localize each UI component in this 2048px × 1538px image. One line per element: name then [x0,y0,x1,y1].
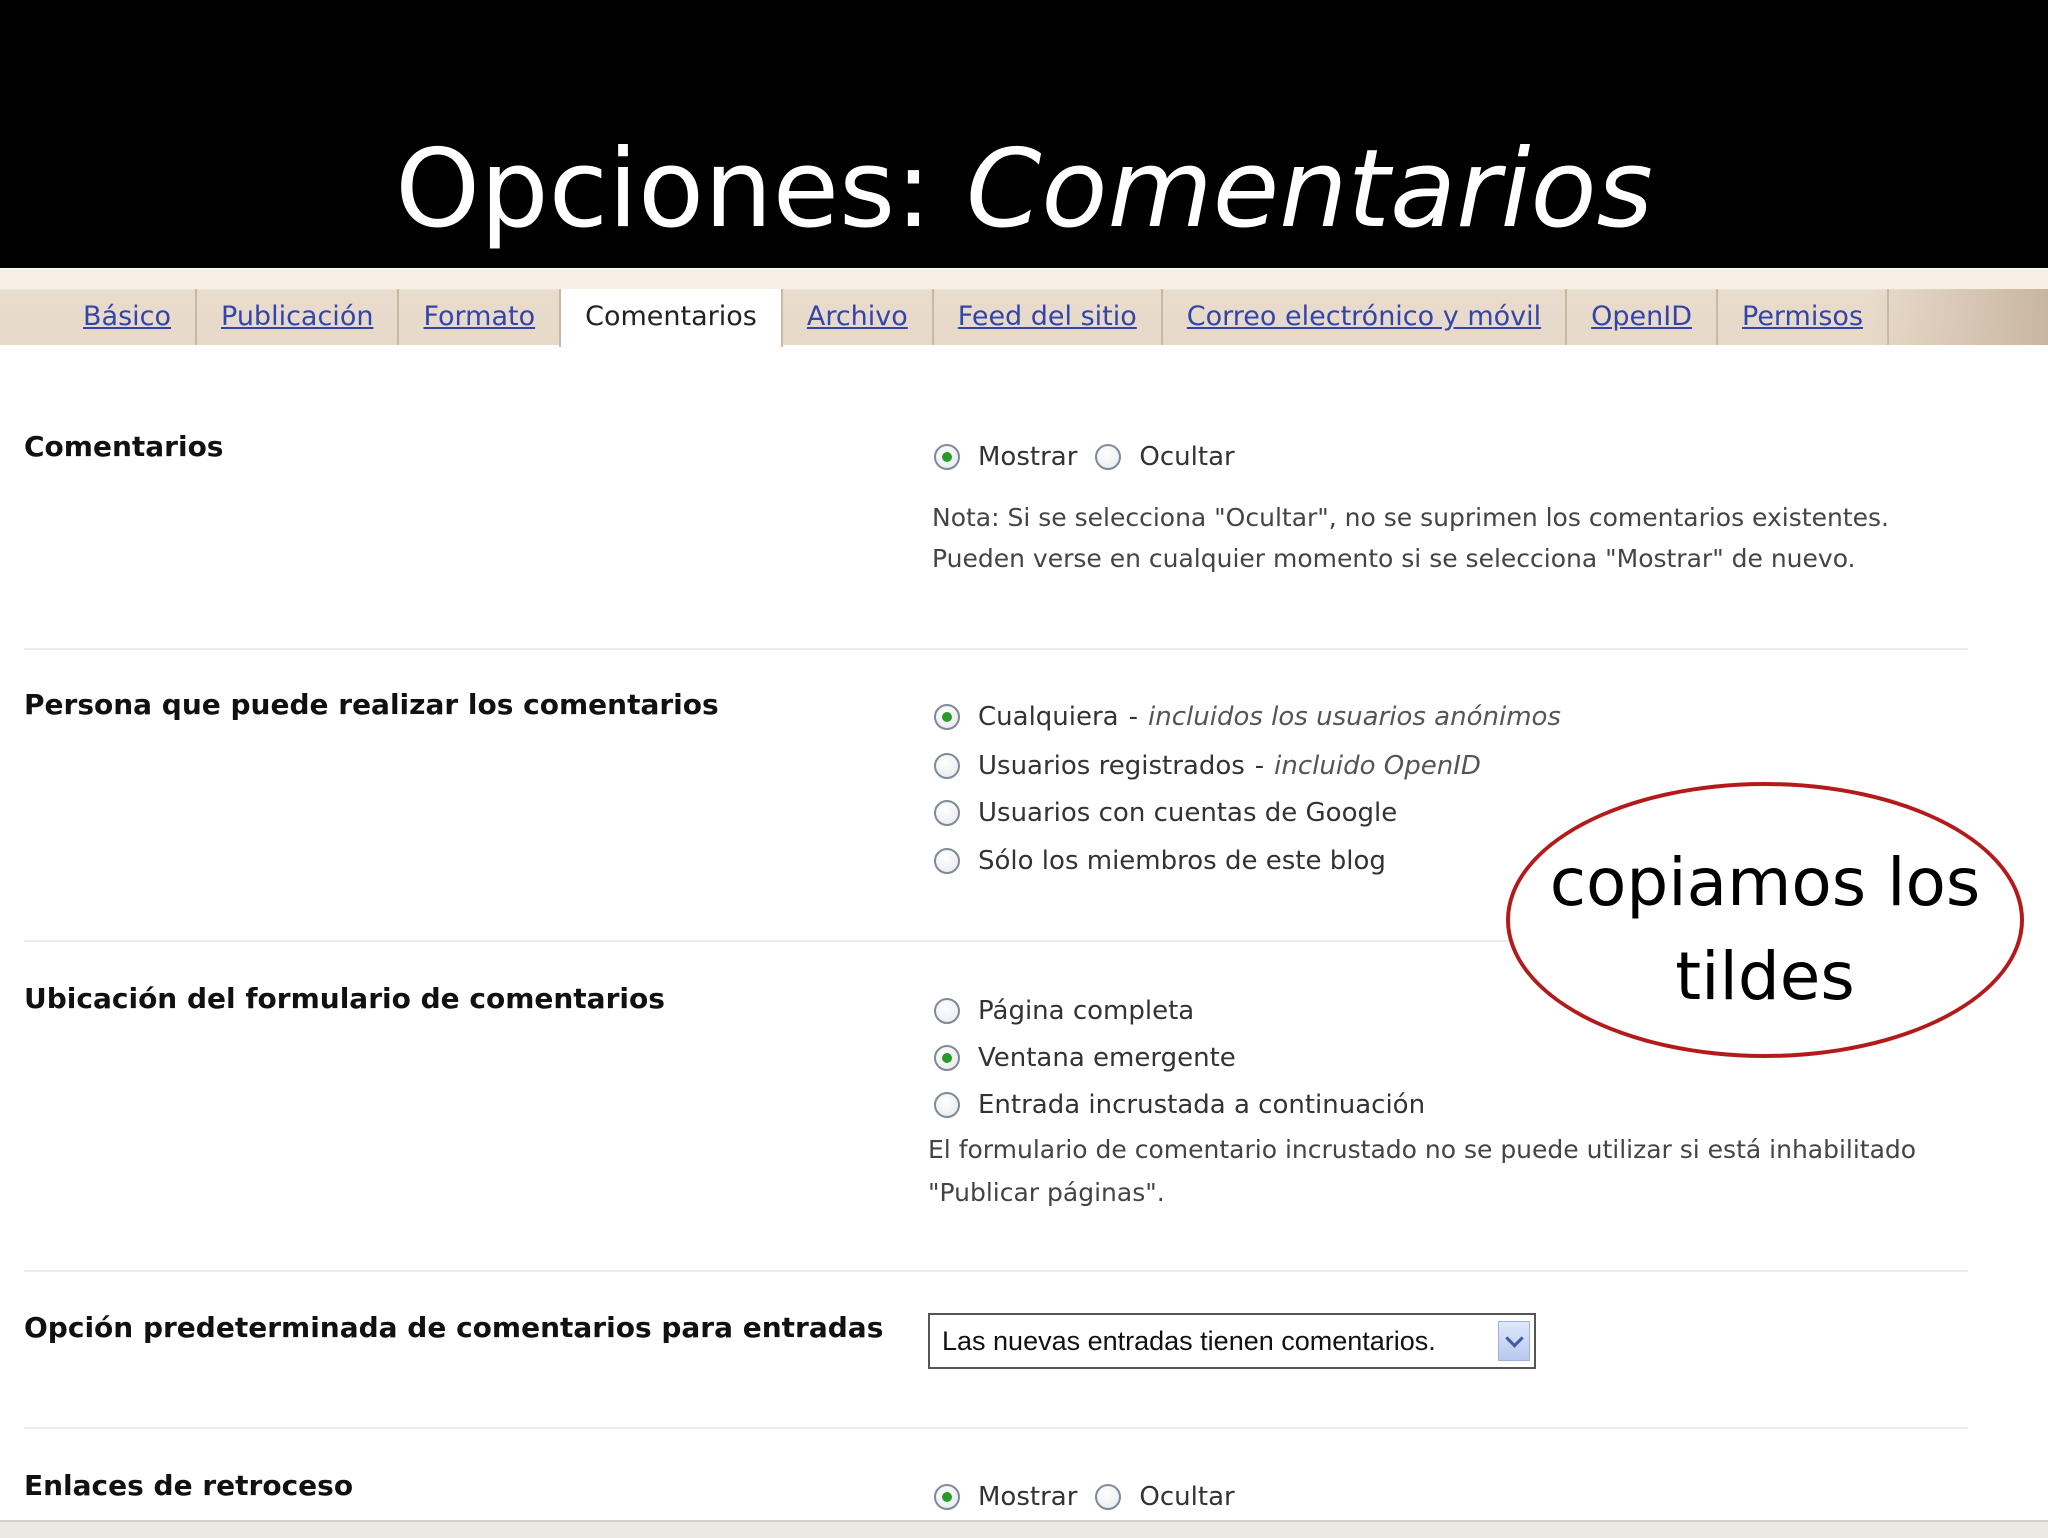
radio-unchecked-icon[interactable] [1095,1484,1122,1510]
radio-unchecked-icon[interactable] [1095,444,1122,470]
option-label: Usuarios con cuentas de Google [978,798,1398,828]
callout-text: copiamos los tildes [1510,836,2020,1024]
option-separator: - [1128,702,1139,732]
option-label: Mostrar [978,1482,1078,1512]
option-label: Mostrar [978,442,1078,472]
ubicacion-note-line-2: "Publicar páginas". [928,1178,1165,1207]
section-label: Comentarios [24,430,224,463]
slide-title-prefix: Opciones: [395,127,967,252]
radio-checked-icon[interactable] [934,704,960,730]
quien-option-miembros[interactable]: Sólo los miembros de este blog [934,841,1386,881]
divider [24,1427,1968,1429]
option-separator: - [1254,751,1265,781]
callout-line-1: copiamos los [1549,844,1981,921]
quien-option-registrados[interactable]: Usuarios registrados - incluido OpenID [934,746,1481,786]
tab-correo-movil[interactable]: Correo electrónico y móvil [1163,289,1568,345]
divider [24,648,1968,650]
tabs: Básico Publicación Formato Comentarios A… [60,289,1890,347]
retroceso-show-option[interactable]: Mostrar [934,1482,1077,1512]
divider [24,1270,1968,1272]
chevron-down-icon [1504,1328,1524,1348]
retroceso-hide-option[interactable]: Ocultar [1095,1482,1235,1512]
option-sublabel: incluido OpenID [1274,751,1481,781]
section-label: Ubicación del formulario de comentarios [24,982,665,1015]
comentarios-note-line-1: Nota: Si se selecciona "Ocultar", no se … [932,503,1889,532]
slide-title-emphasis: Comentarios [966,127,1653,252]
comentarios-visibility-options: Mostrar Ocultar [934,437,1253,477]
radio-checked-icon[interactable] [934,1484,960,1510]
tab-formato[interactable]: Formato [399,289,562,345]
default-comments-select[interactable]: Las nuevas entradas tienen comentarios. [928,1313,1536,1369]
section-label: Opción predeterminada de comentarios par… [24,1311,884,1344]
section-label: Persona que puede realizar los comentari… [24,688,719,721]
tab-publicacion[interactable]: Publicación [197,289,400,345]
option-label: Sólo los miembros de este blog [978,846,1386,876]
option-label: Ocultar [1139,1482,1235,1512]
tab-basico[interactable]: Básico [60,289,198,345]
option-label: Cualquiera [978,702,1119,732]
tab-feed-del-sitio[interactable]: Feed del sitio [934,289,1163,345]
comentarios-show-option[interactable]: Mostrar [934,442,1077,472]
settings-tab-bar: Básico Publicación Formato Comentarios A… [0,268,2048,347]
option-label: Usuarios registrados [978,751,1245,781]
option-sublabel: incluidos los usuarios anónimos [1148,702,1561,732]
tab-openid[interactable]: OpenID [1567,289,1718,345]
callout-ellipse: copiamos los tildes [1506,782,2024,1058]
radio-unchecked-icon[interactable] [934,848,960,874]
quien-option-cualquiera[interactable]: Cualquiera - incluidos los usuarios anón… [934,697,1561,737]
section-label: Enlaces de retroceso [24,1469,354,1502]
ubicacion-option-ventana-emergente[interactable]: Ventana emergente [934,1038,1236,1078]
callout-line-2: tildes [1675,938,1855,1015]
radio-checked-icon[interactable] [934,1045,960,1071]
radio-checked-icon[interactable] [934,444,960,470]
ubicacion-option-incrustada[interactable]: Entrada incrustada a continuación [934,1085,1425,1125]
tab-archivo[interactable]: Archivo [783,289,934,345]
retroceso-visibility-options: Mostrar Ocultar [934,1477,1253,1517]
option-label: Ocultar [1139,442,1235,472]
slide-title: Opciones: Comentarios [0,120,2048,260]
comentarios-note-line-2: Pueden verse en cualquier momento si se … [932,544,1856,573]
radio-unchecked-icon[interactable] [934,800,960,826]
window-bottom-edge [0,1520,2048,1538]
radio-unchecked-icon[interactable] [934,998,960,1024]
option-label: Página completa [978,996,1195,1026]
radio-unchecked-icon[interactable] [934,753,960,779]
option-label: Entrada incrustada a continuación [978,1090,1426,1120]
tab-comentarios[interactable]: Comentarios [559,289,783,347]
select-value: Las nuevas entradas tienen comentarios. [942,1326,1436,1356]
option-label: Ventana emergente [978,1043,1236,1073]
ubicacion-note-line-1: El formulario de comentario incrustado n… [928,1135,1917,1164]
tab-permisos[interactable]: Permisos [1718,289,1890,345]
dropdown-button[interactable] [1498,1321,1530,1361]
radio-unchecked-icon[interactable] [934,1092,960,1118]
ubicacion-option-pagina-completa[interactable]: Página completa [934,991,1194,1031]
comentarios-hide-option[interactable]: Ocultar [1095,442,1235,472]
quien-option-google[interactable]: Usuarios con cuentas de Google [934,793,1397,833]
